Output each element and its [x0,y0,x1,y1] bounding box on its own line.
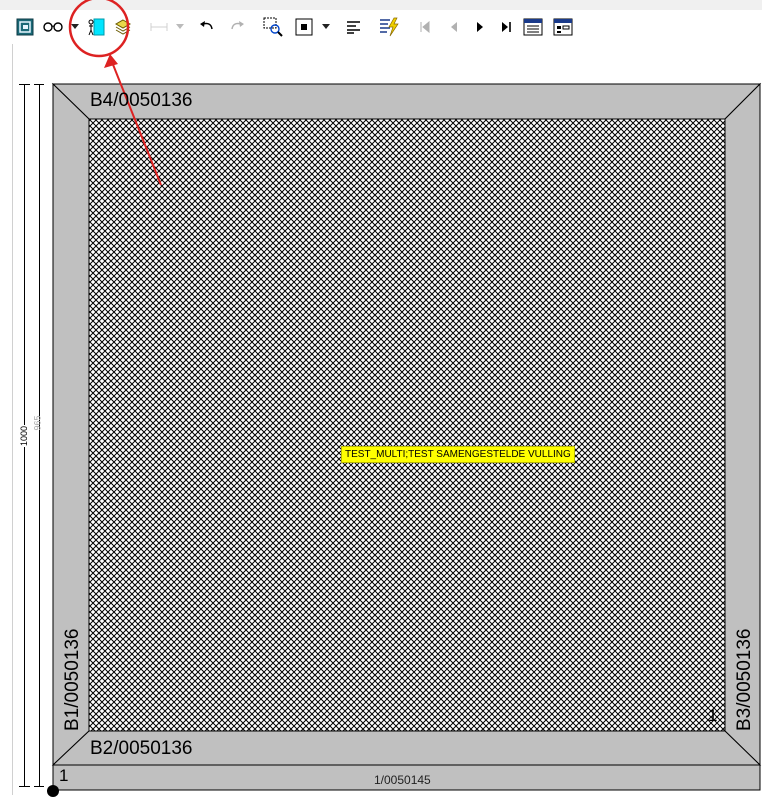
fill-tooltip: TEST_MULTI;TEST SAMENGESTELDE VULLING [341,446,575,463]
frame-piece-right-label: B3/0050136 [734,628,755,732]
frame-drawing [51,0,762,791]
anchor-dot [47,785,59,797]
bottom-rail-label: 1/0050145 [374,773,431,787]
glass-fill-panel[interactable] [88,118,726,732]
frame-piece-left-label: B1/0050136 [62,628,83,732]
annotation-circle [68,0,130,58]
corner-number-bottom-left: 1 [59,766,69,785]
frame-piece-bottom-label: B2/0050136 [90,738,193,759]
corner-number-inner: 1 [708,706,718,725]
frame-piece-top-label: B4/0050136 [90,90,193,111]
